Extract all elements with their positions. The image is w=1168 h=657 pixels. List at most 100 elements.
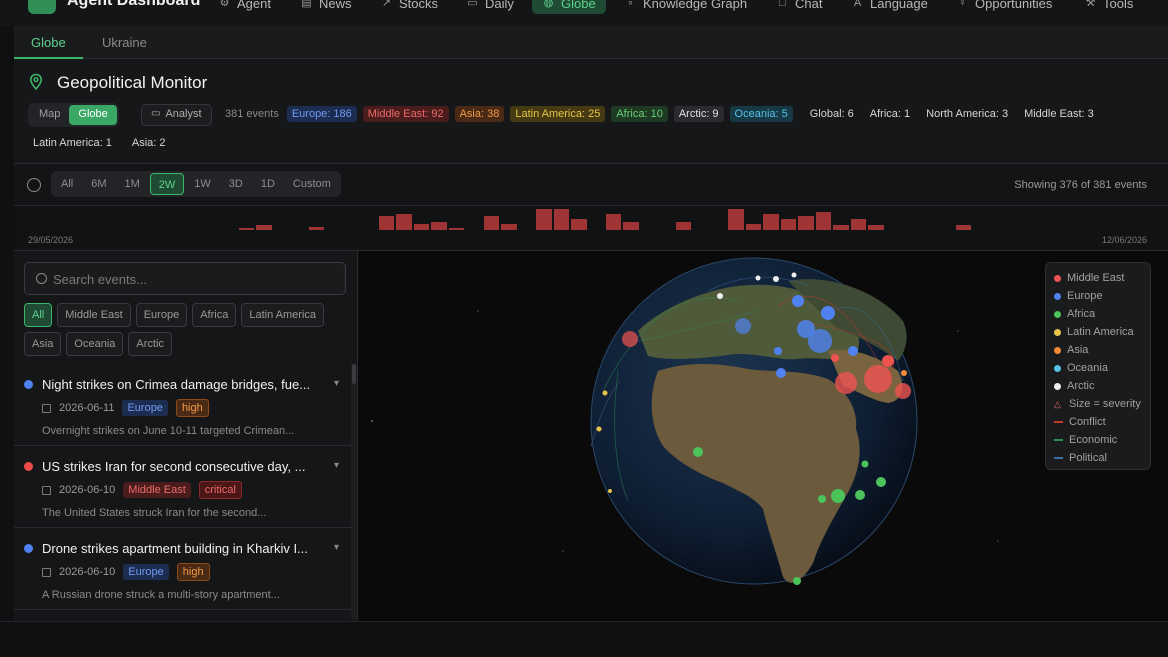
range-3d[interactable]: 3D: [221, 173, 251, 195]
showing-count: Showing 376 of 381 events: [1014, 179, 1147, 191]
range-all[interactable]: All: [53, 173, 81, 195]
filter-middle-east[interactable]: Middle East: [57, 303, 131, 327]
histogram-bar[interactable]: [605, 214, 622, 230]
region-chip: Latin America: 25: [510, 106, 606, 122]
chevron-down-icon[interactable]: ▾: [334, 378, 339, 389]
view-toggle: Map Globe: [28, 103, 119, 127]
chevron-down-icon[interactable]: ▾: [334, 542, 339, 553]
filter-africa[interactable]: Africa: [192, 303, 237, 327]
histogram-bar[interactable]: [431, 222, 447, 230]
nav-tools[interactable]: ⚒ Tools: [1084, 0, 1134, 14]
legend-link: Political: [1054, 449, 1142, 467]
analyst-button[interactable]: ▭ Analyst: [141, 104, 212, 126]
histogram-bar[interactable]: [571, 218, 587, 230]
histogram-bar[interactable]: [833, 225, 849, 230]
event-description: Overnight strikes on June 10-11 targeted…: [42, 425, 295, 437]
range-6m[interactable]: 6M: [83, 173, 114, 195]
filter-asia[interactable]: Asia: [24, 332, 62, 356]
tab-ukraine[interactable]: Ukraine: [85, 26, 164, 59]
region-badge: Europe: [123, 564, 169, 580]
globe-view[interactable]: Middle East Europe Africa Latin America …: [358, 251, 1168, 621]
histogram-bar[interactable]: [763, 214, 779, 230]
range-1w[interactable]: 1W: [186, 173, 219, 195]
nav-knowledge-graph[interactable]: ∘ Knowledge Graph: [624, 0, 747, 14]
histogram-bar[interactable]: [483, 215, 500, 230]
filter-latin-america[interactable]: Latin America: [241, 303, 324, 327]
nav-chat[interactable]: □ Chat: [776, 0, 822, 14]
daily-icon: ▭: [467, 0, 478, 9]
tab-globe[interactable]: Globe: [14, 26, 83, 59]
range-1d[interactable]: 1D: [253, 173, 283, 195]
chat-icon: □: [779, 0, 786, 9]
histogram-bar[interactable]: [868, 225, 884, 230]
range-2w[interactable]: 2W: [149, 173, 185, 195]
histogram-bar[interactable]: [396, 214, 412, 230]
view-globe-button[interactable]: Globe: [69, 105, 117, 125]
nav-news[interactable]: ▤ News: [300, 0, 351, 14]
event-meta: 2026-06-10 Middle East critical: [42, 481, 242, 499]
chevron-down-icon[interactable]: ▾: [334, 460, 339, 471]
filter-europe[interactable]: Europe: [135, 303, 188, 327]
histogram-bar[interactable]: [256, 225, 272, 230]
histogram-bar[interactable]: [955, 225, 972, 230]
histogram-bar[interactable]: [780, 218, 797, 230]
nav-daily[interactable]: ▭ Daily: [466, 0, 514, 14]
range-1m[interactable]: 1M: [117, 173, 148, 195]
histogram-start-date: 29/05/2026: [28, 235, 74, 245]
top-nav: Agent Dashboard ⚙ Agent ▤ News ↗ Stocks ▭ Da…: [0, 0, 1168, 26]
calendar-icon: [42, 567, 51, 577]
region-chip: Europe: 186: [286, 106, 357, 122]
event-count: 381 events: [225, 108, 279, 120]
legend-item: Europe: [1054, 287, 1142, 305]
message-icon: ▭: [151, 108, 161, 119]
filter-arctic[interactable]: Arctic: [128, 332, 172, 356]
event-description: The United States struck Iran for the se…: [42, 507, 267, 519]
histogram-bar[interactable]: [238, 228, 255, 230]
scrollbar-thumb[interactable]: [352, 364, 356, 384]
histogram-bar[interactable]: [623, 222, 639, 230]
histogram-bar[interactable]: [553, 209, 570, 230]
calendar-icon: [42, 403, 51, 413]
nav-opportunities[interactable]: ♀ Opportunities: [956, 0, 1052, 14]
histogram-bar[interactable]: [850, 218, 867, 230]
range-custom[interactable]: Custom: [285, 173, 339, 195]
histogram-bar[interactable]: [413, 223, 430, 230]
news-icon: ▤: [301, 0, 312, 9]
legend-item: Latin America: [1054, 323, 1142, 341]
histogram-bar[interactable]: [308, 226, 325, 230]
event-item[interactable]: Drone strikes apartment building in Khar…: [14, 528, 351, 610]
event-date: 2026-06-10: [59, 484, 116, 496]
legend-line: [1054, 457, 1063, 459]
histogram-bar[interactable]: [501, 223, 517, 230]
region-chip: Middle East: 92: [362, 106, 449, 122]
globe-legend: Middle East Europe Africa Latin America …: [1045, 262, 1151, 470]
event-title: Night strikes on Crimea damage bridges, …: [42, 377, 311, 392]
nav-globe[interactable]: ◍ Globe: [532, 0, 606, 14]
event-item[interactable]: US strikes Iran for second consecutive d…: [14, 446, 351, 528]
page-title: Geopolitical Monitor: [57, 73, 208, 92]
search-input[interactable]: [53, 270, 333, 288]
event-histogram[interactable]: 29/05/2026 12/06/2026: [14, 206, 1168, 251]
histogram-bar[interactable]: [728, 209, 744, 230]
histogram-bar[interactable]: [378, 215, 395, 230]
region-plain-chip: Africa: 1: [869, 108, 911, 120]
nav-agent[interactable]: ⚙ Agent: [218, 0, 271, 14]
monitor-header: Geopolitical Monitor Map Globe ▭ Analyst…: [14, 59, 1168, 164]
legend-item: Middle East: [1054, 269, 1142, 287]
histogram-bar[interactable]: [745, 223, 762, 230]
histogram-bar[interactable]: [448, 228, 465, 230]
filter-all[interactable]: All: [24, 303, 53, 327]
nav-stocks[interactable]: ↗ Stocks: [380, 0, 438, 14]
legend-dot: [1054, 346, 1061, 354]
nav-language[interactable]: A Language: [851, 0, 928, 14]
histogram-bar[interactable]: [536, 209, 552, 230]
histogram-bar[interactable]: [675, 222, 692, 230]
scrollbar-track[interactable]: [351, 364, 357, 619]
event-item[interactable]: Night strikes on Crimea damage bridges, …: [14, 364, 351, 446]
view-map-button[interactable]: Map: [30, 105, 69, 125]
filter-oceania[interactable]: Oceania: [66, 332, 124, 356]
histogram-bar[interactable]: [798, 215, 814, 230]
globe-icon: ◍: [543, 0, 554, 9]
histogram-bar[interactable]: [815, 212, 832, 230]
event-description: A Russian drone struck a multi-story apa…: [42, 589, 280, 601]
